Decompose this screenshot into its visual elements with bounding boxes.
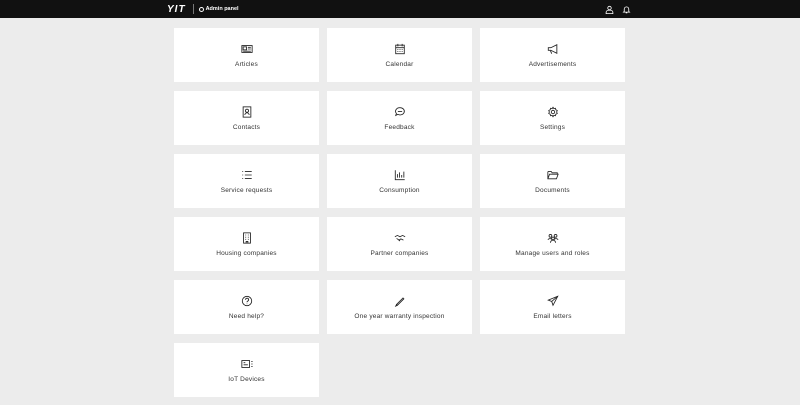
tile-grid: Articles Calendar Advertisements Contact… bbox=[174, 28, 625, 397]
yit-logo[interactable]: YIT bbox=[167, 4, 186, 15]
tile-label: Contacts bbox=[232, 123, 261, 131]
tile-consumption[interactable]: Consumption bbox=[327, 154, 472, 208]
pen-icon bbox=[394, 296, 404, 307]
tile-housing-companies[interactable]: Housing companies bbox=[174, 217, 319, 271]
gear-icon bbox=[547, 105, 558, 118]
admin-panel-label: Admin panel bbox=[198, 6, 239, 12]
tile-label: Documents bbox=[535, 186, 570, 194]
question-icon bbox=[241, 295, 252, 306]
tile-manage-users[interactable]: Manage users and roles bbox=[480, 217, 625, 271]
tile-feedback[interactable]: Feedback bbox=[327, 91, 472, 145]
tile-contacts[interactable]: Contacts bbox=[174, 91, 319, 145]
tile-calendar[interactable]: Calendar bbox=[327, 28, 472, 82]
bar-chart-icon bbox=[394, 169, 405, 180]
contact-card-icon bbox=[242, 105, 251, 118]
tile-label: One year warranty inspection bbox=[354, 312, 445, 320]
megaphone-icon bbox=[547, 43, 557, 54]
tile-label: IoT Devices bbox=[228, 375, 265, 383]
top-bar: YIT Admin panel bbox=[0, 0, 800, 18]
tile-documents[interactable]: Documents bbox=[480, 154, 625, 208]
calendar-icon bbox=[394, 43, 405, 54]
tile-label: Settings bbox=[539, 123, 566, 131]
paper-plane-icon bbox=[546, 294, 559, 306]
admin-panel-text: Admin panel bbox=[205, 6, 239, 12]
user-icon[interactable] bbox=[605, 5, 614, 14]
tile-label: Need help? bbox=[228, 312, 265, 320]
tile-articles[interactable]: Articles bbox=[174, 28, 319, 82]
tile-label: Service requests bbox=[220, 186, 273, 194]
tile-label: Manage users and roles bbox=[515, 249, 590, 257]
tile-warranty-inspection[interactable]: One year warranty inspection bbox=[327, 280, 472, 334]
tile-settings[interactable]: Settings bbox=[480, 91, 625, 145]
building-icon bbox=[242, 231, 251, 244]
tile-advertisements[interactable]: Advertisements bbox=[480, 28, 625, 82]
bell-icon[interactable] bbox=[622, 5, 631, 14]
tile-partner-companies[interactable]: Partner companies bbox=[327, 217, 472, 271]
tile-label: Articles bbox=[235, 60, 258, 68]
tile-need-help[interactable]: Need help? bbox=[174, 280, 319, 334]
admin-icon bbox=[198, 6, 204, 12]
folder-icon bbox=[546, 170, 559, 179]
users-icon bbox=[547, 233, 558, 243]
tile-label: Calendar bbox=[385, 60, 414, 68]
handshake-icon bbox=[394, 234, 405, 241]
tile-label: Advertisements bbox=[528, 60, 577, 68]
chat-bubble-icon bbox=[394, 106, 405, 116]
newspaper-icon bbox=[240, 44, 253, 53]
tile-label: Housing companies bbox=[216, 249, 277, 257]
device-icon bbox=[240, 359, 253, 368]
tile-label: Feedback bbox=[384, 123, 415, 131]
tile-iot-devices[interactable]: IoT Devices bbox=[174, 343, 319, 397]
tile-label: Partner companies bbox=[370, 249, 429, 257]
tile-service-requests[interactable]: Service requests bbox=[174, 154, 319, 208]
list-icon bbox=[241, 170, 252, 179]
tile-email-letters[interactable]: Email letters bbox=[480, 280, 625, 334]
header-divider bbox=[192, 4, 194, 14]
tile-label: Email letters bbox=[533, 312, 572, 320]
tile-label: Consumption bbox=[379, 186, 420, 194]
